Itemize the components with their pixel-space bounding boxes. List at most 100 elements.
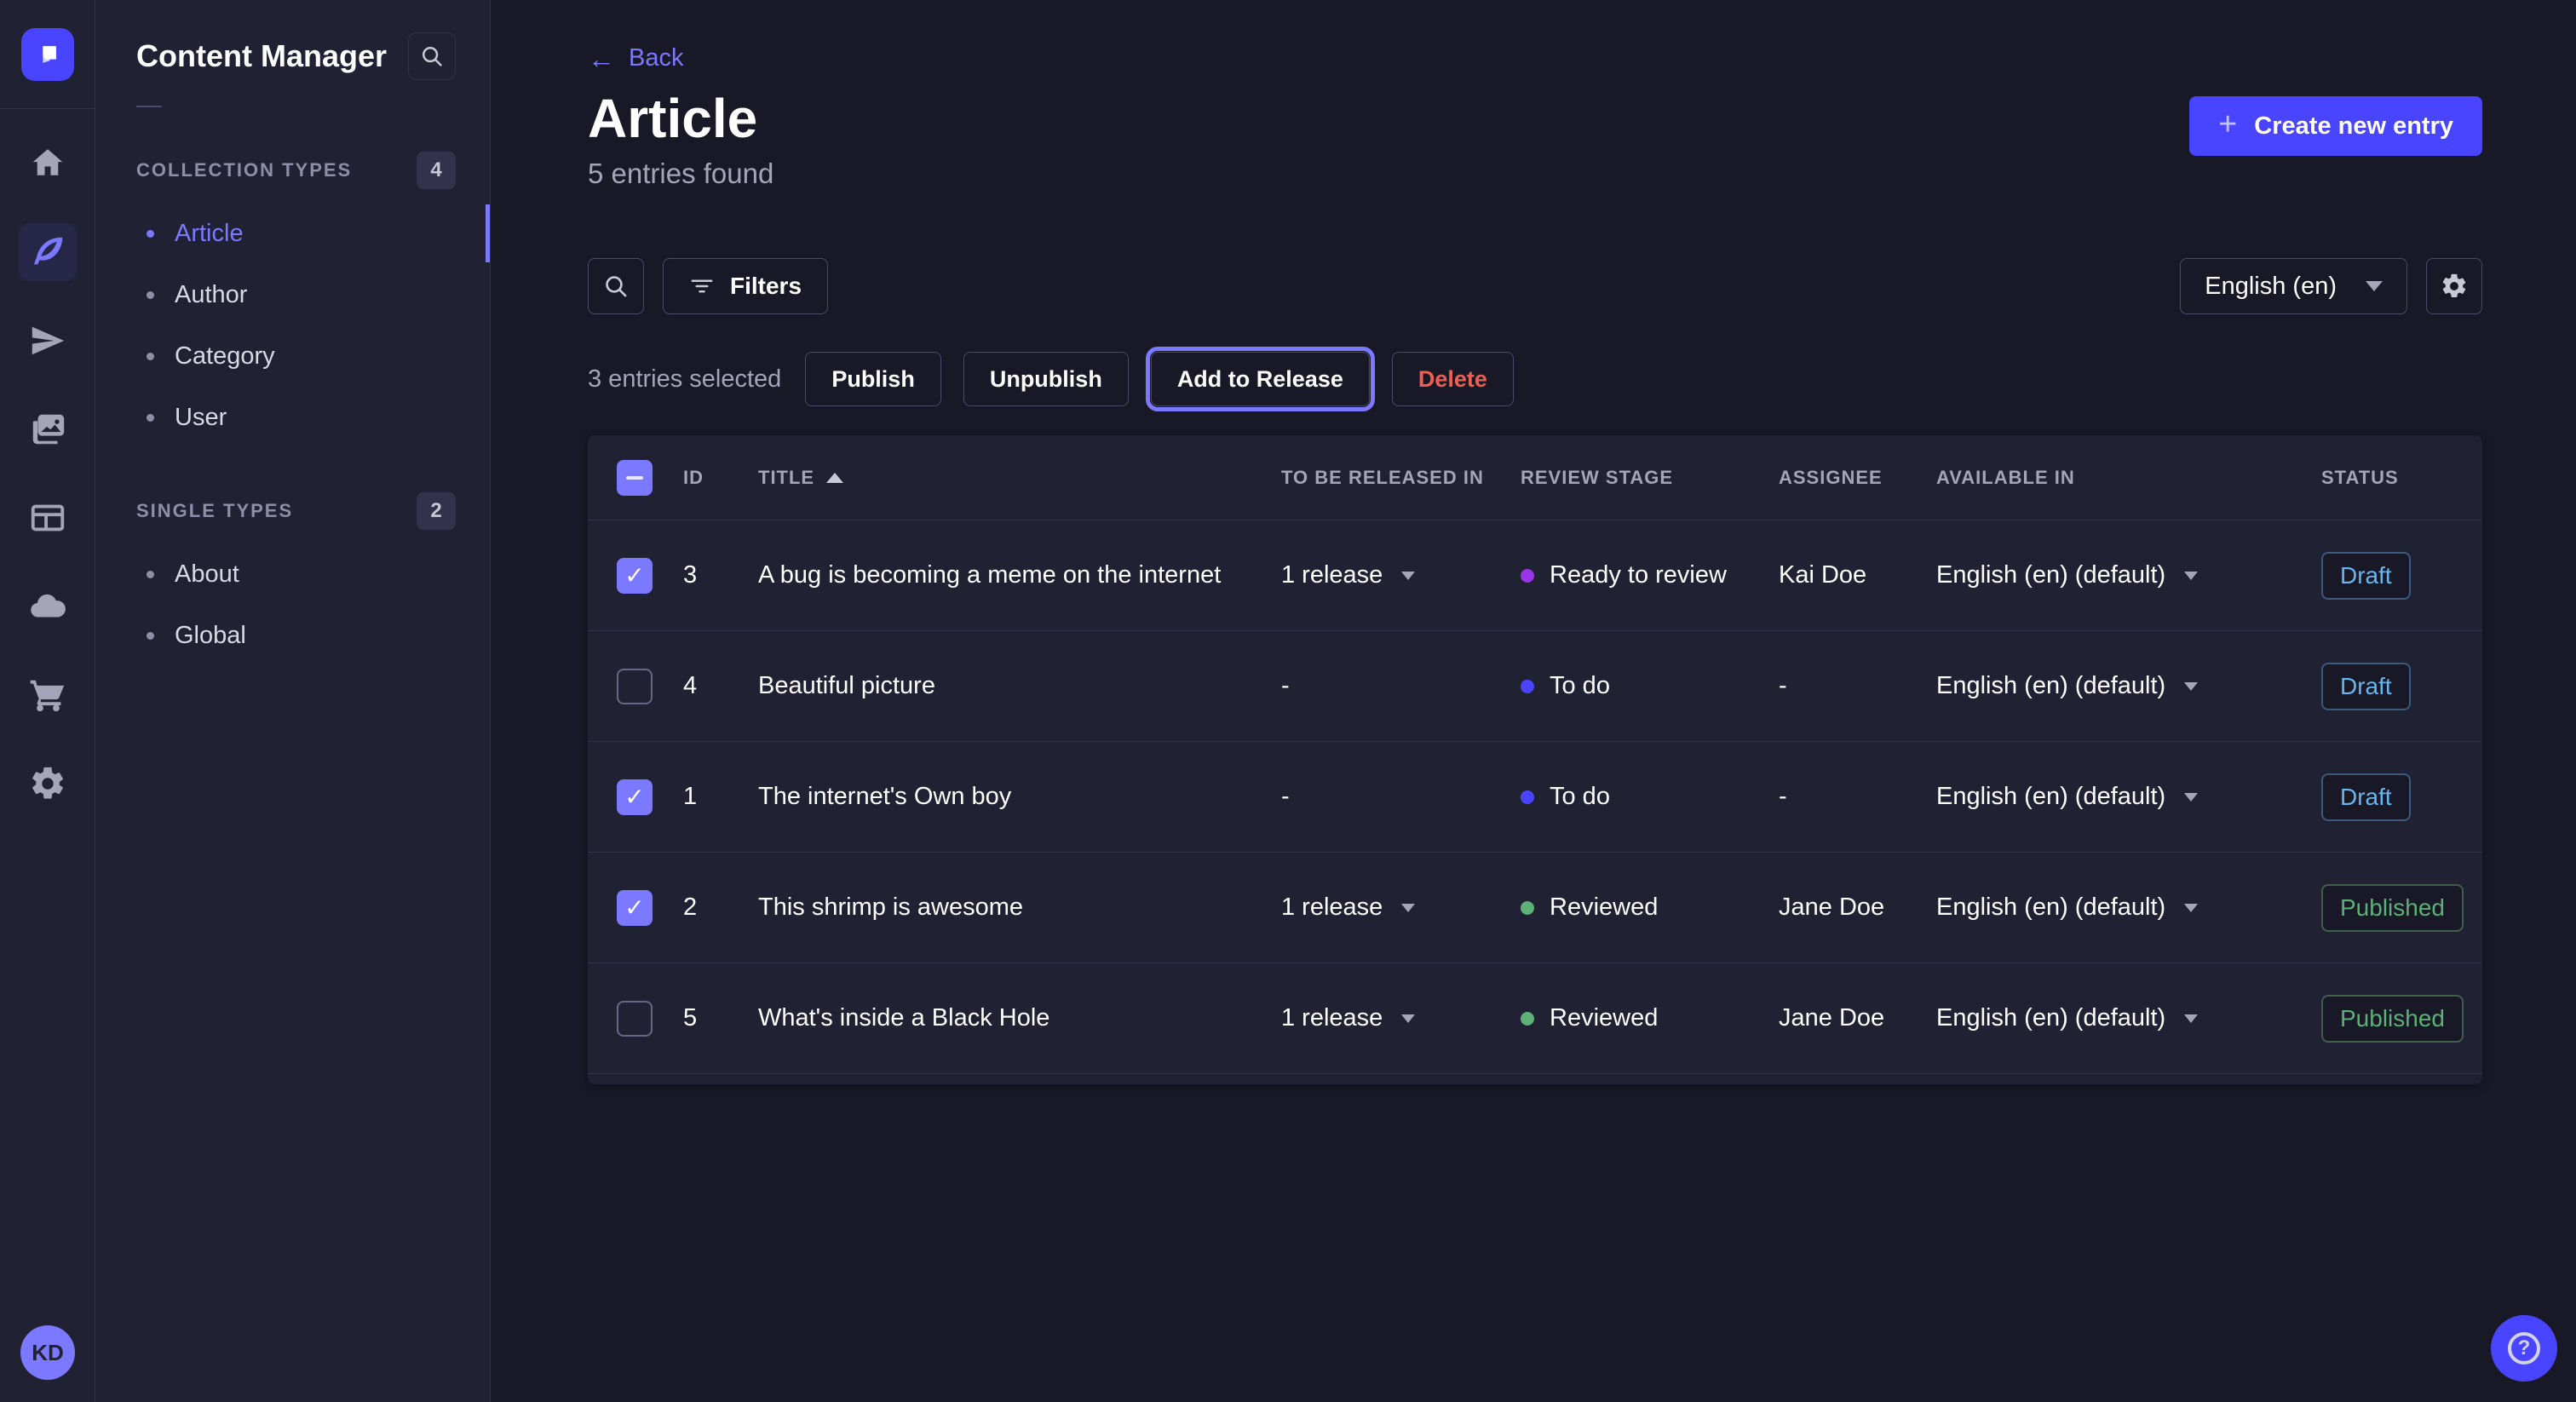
home-icon[interactable] <box>19 135 77 192</box>
collection-types-count-badge: 4 <box>417 152 456 189</box>
col-header-available-in[interactable]: AVAILABLE IN <box>1926 467 2311 489</box>
content-manager-icon[interactable] <box>19 223 77 281</box>
list-settings-button[interactable] <box>2426 258 2482 314</box>
table-row[interactable]: 3 A bug is becoming a meme on the intern… <box>588 520 2482 631</box>
publish-button[interactable]: Publish <box>805 352 941 406</box>
cell-review-stage: To do <box>1510 672 1768 700</box>
select-all-checkbox[interactable] <box>617 460 653 496</box>
row-checkbox[interactable] <box>617 779 653 815</box>
cell-release[interactable]: 1 release <box>1271 893 1510 922</box>
status-badge: Draft <box>2321 663 2411 710</box>
sidebar-item-category[interactable]: Category <box>95 325 490 387</box>
col-header-id[interactable]: ID <box>670 467 748 489</box>
cell-release: - <box>1271 672 1510 700</box>
marketplace-icon[interactable] <box>19 666 77 724</box>
col-header-assignee[interactable]: ASSIGNEE <box>1768 467 1926 489</box>
locale-select[interactable]: English (en) <box>2180 258 2407 314</box>
strapi-logo-icon <box>33 40 62 69</box>
logo-container <box>0 0 95 109</box>
user-avatar[interactable]: KD <box>20 1325 75 1380</box>
cell-review-stage: To do <box>1510 783 1768 811</box>
stage-dot <box>1521 790 1534 804</box>
cell-assignee: Jane Doe <box>1768 1004 1926 1032</box>
subnav-title: Content Manager <box>136 38 387 74</box>
table-row[interactable]: 1 The internet's Own boy - To do - Engli… <box>588 742 2482 853</box>
bullet-icon <box>147 414 154 422</box>
sidebar-item-author[interactable]: Author <box>95 264 490 325</box>
bullet-icon <box>147 571 154 578</box>
chevron-down-icon <box>1401 1014 1415 1023</box>
main-content: ← Back Article 5 entries found + Create … <box>491 0 2576 1402</box>
search-button[interactable] <box>588 258 644 314</box>
row-checkbox[interactable] <box>617 1001 653 1037</box>
col-header-title[interactable]: TITLE <box>748 467 1271 489</box>
cell-available-in[interactable]: English (en) (default) <box>1926 783 2311 811</box>
table-row[interactable]: 4 Beautiful picture - To do - English (e… <box>588 631 2482 742</box>
table-row[interactable]: 5 What's inside a Black Hole 1 release R… <box>588 963 2482 1074</box>
filter-icon <box>689 273 715 299</box>
content-type-builder-icon[interactable] <box>19 489 77 547</box>
chevron-down-icon <box>2366 281 2383 291</box>
table-row[interactable]: 2 This shrimp is awesome 1 release Revie… <box>588 853 2482 963</box>
row-checkbox[interactable] <box>617 669 653 704</box>
releases-icon[interactable] <box>19 312 77 370</box>
cell-assignee: - <box>1768 672 1926 700</box>
cell-id: 5 <box>670 1004 748 1032</box>
cell-available-in[interactable]: English (en) (default) <box>1926 1004 2311 1032</box>
filters-button[interactable]: Filters <box>663 258 828 314</box>
entries-table: ID TITLE TO BE RELEASED IN REVIEW STAGE … <box>588 435 2482 1084</box>
single-types-section: SINGLE TYPES 2 About Global <box>95 492 490 666</box>
row-checkbox[interactable] <box>617 558 653 594</box>
cell-review-stage: Reviewed <box>1510 893 1768 922</box>
bullet-icon <box>147 230 154 238</box>
status-badge: Published <box>2321 995 2464 1043</box>
subnav-divider <box>136 106 162 107</box>
main-nav-rail: KD <box>0 0 95 1402</box>
cloud-icon[interactable] <box>19 577 77 635</box>
cell-id: 2 <box>670 893 748 922</box>
stage-dot <box>1521 569 1534 583</box>
col-header-to-be-released-in[interactable]: TO BE RELEASED IN <box>1271 467 1510 489</box>
help-button[interactable]: ? <box>2491 1315 2557 1382</box>
gear-icon <box>2440 272 2469 301</box>
col-header-status[interactable]: STATUS <box>2311 467 2482 489</box>
section-label-collection-types: COLLECTION TYPES <box>136 159 352 181</box>
row-checkbox[interactable] <box>617 890 653 926</box>
sidebar-item-global[interactable]: Global <box>95 605 490 666</box>
status-badge: Published <box>2321 884 2464 932</box>
add-to-release-button[interactable]: Add to Release <box>1151 352 1370 406</box>
search-icon <box>602 273 630 300</box>
settings-icon[interactable] <box>19 755 77 813</box>
cell-assignee: Jane Doe <box>1768 893 1926 922</box>
cell-id: 4 <box>670 672 748 700</box>
cell-release[interactable]: 1 release <box>1271 1004 1510 1032</box>
subnav-search-button[interactable] <box>408 32 456 80</box>
cell-available-in[interactable]: English (en) (default) <box>1926 893 2311 922</box>
create-new-entry-button[interactable]: + Create new entry <box>2189 96 2482 156</box>
cell-release[interactable]: 1 release <box>1271 561 1510 589</box>
sidebar-item-about[interactable]: About <box>95 543 490 605</box>
plus-icon: + <box>2218 108 2237 141</box>
chevron-down-icon <box>2184 572 2198 580</box>
cell-title: Beautiful picture <box>748 672 1271 700</box>
strapi-logo[interactable] <box>21 28 74 81</box>
delete-button[interactable]: Delete <box>1392 352 1514 406</box>
sidebar-item-article[interactable]: Article <box>95 203 490 264</box>
section-label-single-types: SINGLE TYPES <box>136 500 293 522</box>
cell-available-in[interactable]: English (en) (default) <box>1926 672 2311 700</box>
chevron-down-icon <box>1401 572 1415 580</box>
bulk-actions-bar: 3 entries selected Publish Unpublish Add… <box>588 352 2482 406</box>
col-header-review-stage[interactable]: REVIEW STAGE <box>1510 467 1768 489</box>
selected-count-text: 3 entries selected <box>588 365 781 394</box>
question-mark-icon: ? <box>2508 1332 2540 1365</box>
back-link[interactable]: ← Back <box>588 44 683 72</box>
cell-title: This shrimp is awesome <box>748 893 1271 922</box>
search-icon <box>419 43 445 69</box>
sidebar-item-user[interactable]: User <box>95 387 490 448</box>
cell-assignee: - <box>1768 783 1926 811</box>
unpublish-button[interactable]: Unpublish <box>963 352 1129 406</box>
single-types-count-badge: 2 <box>417 492 456 530</box>
cell-available-in[interactable]: English (en) (default) <box>1926 561 2311 589</box>
media-library-icon[interactable] <box>19 400 77 458</box>
cell-assignee: Kai Doe <box>1768 561 1926 589</box>
